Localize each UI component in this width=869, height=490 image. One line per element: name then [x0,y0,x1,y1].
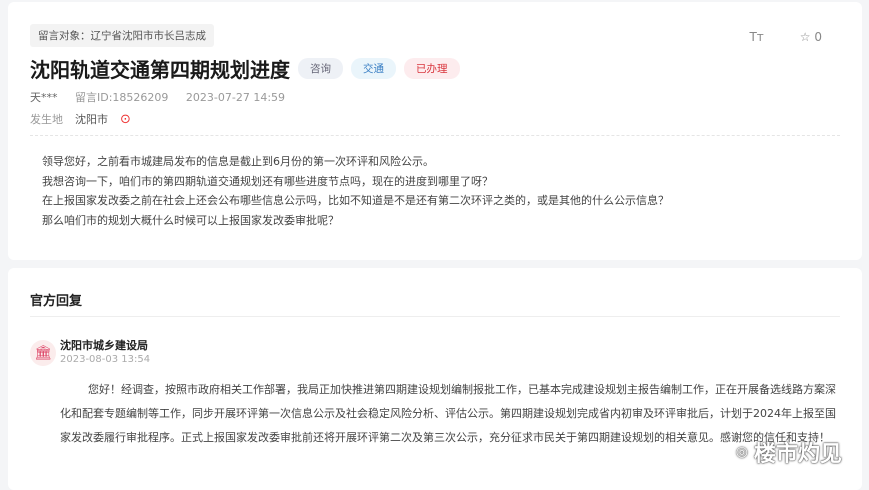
tag-consult: 咨询 [298,58,343,79]
message-id: 留言ID:18526209 [75,91,169,104]
font-size-button[interactable]: Tт [749,30,763,44]
wechat-icon: ◎ [735,444,748,460]
body-line: 领导您好，之前看市城建局发布的信息是截止到6月份的第一次环评和风险公示。 [42,155,434,168]
message-body: 领导您好，之前看市城建局发布的信息是截止到6月份的第一次环评和风险公示。 我想咨… [42,152,669,230]
reply-time: 2023-08-03 13:54 [60,354,151,365]
place-value: 沈阳市 [75,113,108,126]
divider [30,135,840,136]
government-building-icon: 🏛 [30,340,56,366]
location-pin-icon[interactable]: ⊙ [120,112,131,127]
reply-heading: 官方回复 [30,294,83,309]
message-user: 天*** [30,91,58,104]
reply-text: 您好！经调查，按照市政府相关工作部署，我局正加快推进第四期建设规划编制报批工作，… [60,383,836,444]
favorite-count: 0 [814,30,822,44]
divider [30,316,840,317]
message-meta: 天*** 留言ID:18526209 2023-07-27 14:59 [30,89,299,105]
message-title: 沈阳轨道交通第四期规划进度 [30,58,290,82]
message-card: 留言对象：辽宁省沈阳市市长吕志成 沈阳轨道交通第四期规划进度 咨询 交通 已办理… [8,2,862,260]
message-target: 留言对象：辽宁省沈阳市市长吕志成 [30,24,214,47]
watermark: ◎ 楼市灼见 [735,442,842,467]
place-label: 发生地 [30,113,63,126]
reply-card: 官方回复 🏛 沈阳市城乡建设局 2023-08-03 13:54 您好！经调查，… [8,268,862,490]
tag-traffic: 交通 [351,58,396,79]
message-place: 发生地 沈阳市 ⊙ [30,111,131,127]
message-title-row: 沈阳轨道交通第四期规划进度 咨询 交通 已办理 [30,54,460,83]
body-line: 我想咨询一下，咱们市的第四期轨道交通规划还有哪些进度节点吗，现在的进度到哪里了呀… [42,174,493,188]
body-line: 在上报国家发改委之前在社会上还会公布哪些信息公示吗，比如不知道是不是还有第二次环… [42,194,669,207]
status-badge: 已办理 [404,58,460,79]
body-line: 那么咱们市的规划大概什么时候可以上报国家发改委审批呢？ [42,213,339,227]
message-time: 2023-07-27 14:59 [185,91,286,104]
reply-org: 沈阳市城乡建设局 [60,339,148,352]
star-icon: ☆ [799,30,811,44]
favorite-button[interactable]: ☆ 0 [800,30,822,44]
